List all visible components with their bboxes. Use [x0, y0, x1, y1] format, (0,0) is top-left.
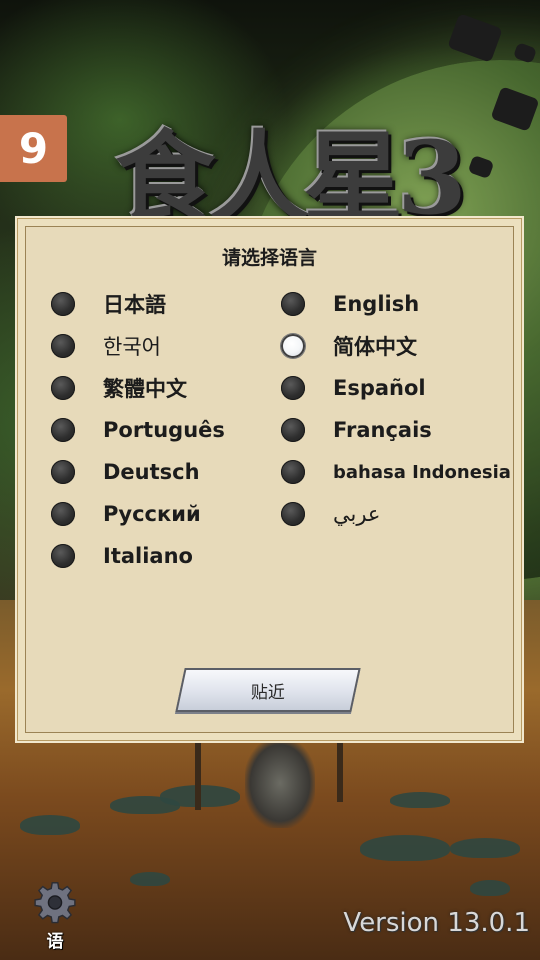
grave-pole [195, 740, 201, 810]
shrub [390, 792, 450, 808]
radio-button[interactable] [51, 502, 75, 526]
radio-button[interactable] [51, 418, 75, 442]
language-label: Italiano [103, 544, 193, 568]
language-option-russian[interactable]: Русский [51, 499, 201, 529]
radio-button[interactable] [51, 460, 75, 484]
shrub [130, 872, 170, 886]
language-label: Русский [103, 502, 201, 526]
shrub [470, 880, 510, 896]
radio-button[interactable] [281, 292, 305, 316]
game-title: 食人星3 [115, 119, 467, 237]
language-label: bahasa Indonesia [333, 461, 511, 483]
shrub [20, 815, 80, 835]
confirm-button-label: 贴近 [251, 682, 285, 703]
language-option-portuguese[interactable]: Português [51, 415, 225, 445]
radio-button[interactable] [281, 376, 305, 400]
language-label: Español [333, 376, 426, 400]
language-option-german[interactable]: Deutsch [51, 457, 200, 487]
radio-button[interactable] [51, 544, 75, 568]
language-label: Português [103, 418, 225, 442]
age-rating-value: 9 [18, 124, 49, 173]
wrecked-robot [245, 738, 315, 828]
language-label: 简体中文 [333, 335, 417, 359]
language-label: 日本語 [103, 293, 166, 317]
language-option-indonesian[interactable]: bahasa Indonesia [281, 457, 511, 487]
language-label: 繁體中文 [103, 377, 187, 401]
language-option-korean[interactable]: 한국어 [51, 331, 161, 361]
language-option-traditional-chinese[interactable]: 繁體中文 [51, 373, 187, 403]
language-label: Français [333, 418, 432, 442]
game-logo: 食人星3 [88, 108, 488, 228]
language-label: عربي [333, 502, 381, 526]
language-label: English [333, 292, 420, 316]
language-label: Deutsch [103, 460, 200, 484]
radio-button[interactable] [51, 376, 75, 400]
radio-button[interactable] [281, 502, 305, 526]
confirm-button[interactable]: 贴近 [175, 668, 361, 712]
language-option-english[interactable]: English [281, 289, 419, 319]
gear-icon [34, 882, 76, 924]
language-option-arabic[interactable]: عربي [281, 499, 380, 529]
shrub [360, 835, 450, 861]
radio-button[interactable] [51, 334, 75, 358]
language-option-french[interactable]: Français [281, 415, 432, 445]
grave-pole [337, 742, 343, 802]
shrub [450, 838, 520, 858]
language-option-spanish[interactable]: Español [281, 373, 426, 403]
version-label: Version 13.0.1 [343, 908, 530, 938]
language-button-label: 语 [46, 932, 64, 952]
language-option-simplified-chinese[interactable]: 简体中文 [281, 331, 417, 361]
language-dialog: 请选择语言 日本語 한국어 繁體中文 Português Deutsch Рус… [17, 218, 522, 741]
language-settings-button[interactable]: 语 [28, 880, 82, 952]
dialog-title: 请选择语言 [221, 247, 317, 269]
radio-button[interactable] [281, 418, 305, 442]
age-rating-badge: 9 [0, 115, 67, 182]
language-option-italian[interactable]: Italiano [51, 541, 193, 571]
radio-button[interactable] [51, 292, 75, 316]
language-option-japanese[interactable]: 日本語 [51, 289, 166, 319]
radio-button-selected[interactable] [281, 334, 305, 358]
language-label: 한국어 [103, 335, 161, 359]
radio-button[interactable] [281, 460, 305, 484]
